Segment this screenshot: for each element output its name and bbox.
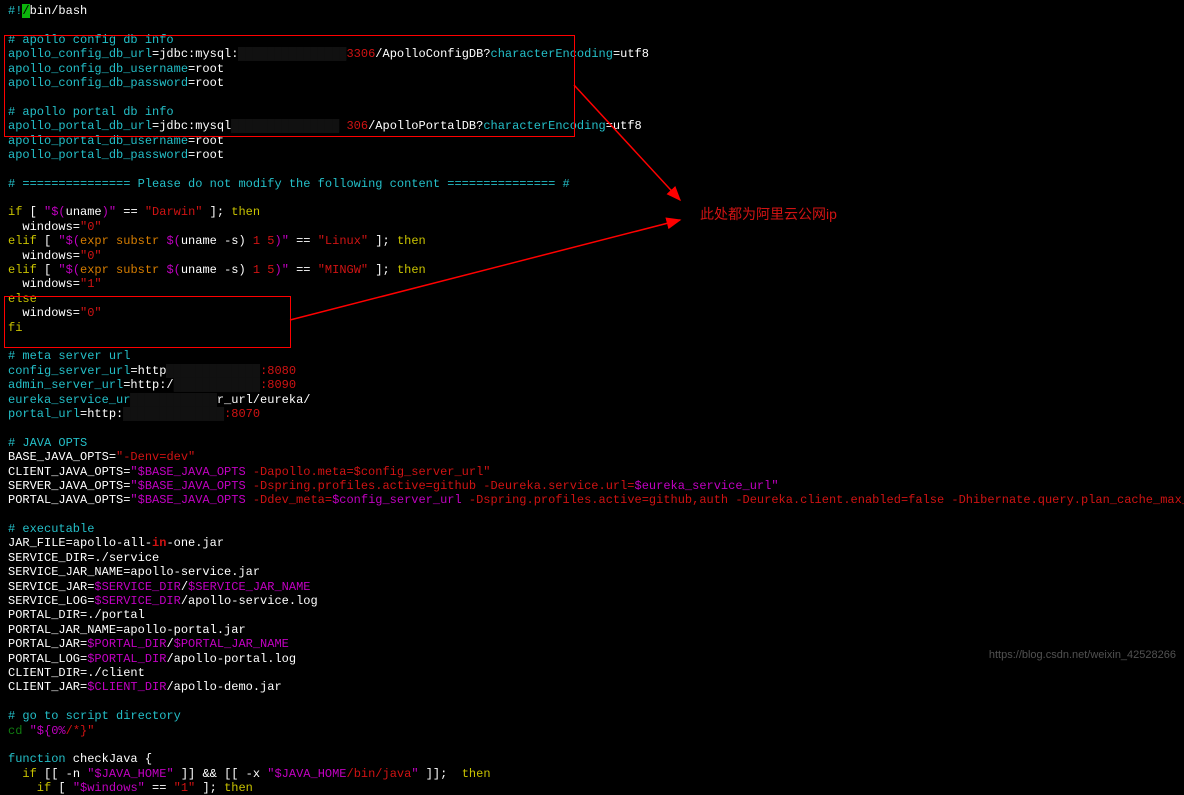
comment-portal-db: # apollo portal db info — [8, 105, 1176, 119]
annotation-text: 此处都为阿里云公网ip — [700, 206, 837, 223]
comment-goto: # go to script directory — [8, 709, 1176, 723]
comment-config-db: # apollo config db info — [8, 33, 1176, 47]
comment-java-opts: # JAVA OPTS — [8, 436, 1176, 450]
comment-meta: # meta server url — [8, 349, 1176, 363]
watermark: https://blog.csdn.net/weixin_42528266 — [989, 649, 1176, 662]
terminal-content: #!/bin/bash # apollo config db info apol… — [8, 4, 1176, 795]
comment-executable: # executable — [8, 522, 1176, 536]
